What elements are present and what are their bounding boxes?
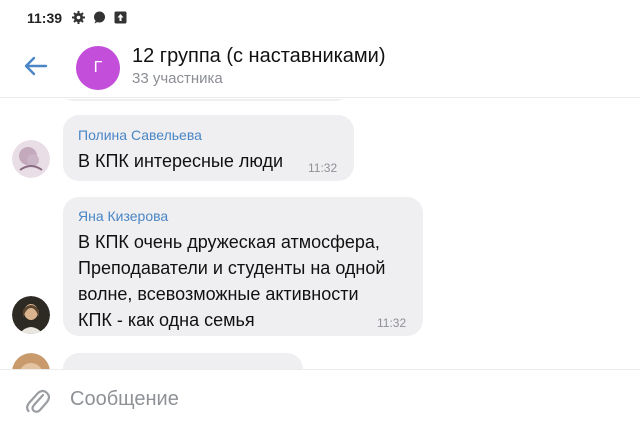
avatar[interactable] (12, 296, 50, 334)
message-composer (0, 369, 640, 426)
avatar[interactable] (12, 140, 50, 178)
status-bar: 11:39 (0, 0, 640, 36)
status-time: 11:39 (27, 10, 63, 26)
message-text-line: КПК - как одна семья (78, 310, 255, 330)
message-text-line: В КПК очень дружеская атмосфера, (78, 232, 380, 252)
chat-title[interactable]: 12 группа (с наставниками) (132, 45, 386, 68)
message-text: В КПК интересные люди (78, 151, 284, 171)
paperclip-icon (26, 389, 51, 413)
message-feed[interactable]: Полина Савельева В КПК интересные люди 1… (0, 99, 640, 369)
message-sender[interactable]: Яна Кизерова (78, 208, 168, 224)
message-text-line: волне, всевозможные активности (78, 284, 359, 304)
gear-icon (72, 11, 85, 24)
message-input[interactable] (70, 382, 610, 416)
message-bubble[interactable] (63, 353, 303, 369)
arrow-left-icon (24, 56, 48, 76)
chat-header: Г 12 группа (с наставниками) 33 участник… (0, 36, 640, 98)
message-bubble[interactable]: Яна Кизерова В КПК очень дружеская атмос… (63, 197, 423, 336)
chat-subtitle: 33 участника (132, 70, 223, 87)
message-time: 11:32 (377, 316, 407, 330)
message-icon (93, 11, 106, 24)
chat-avatar[interactable]: Г (76, 46, 120, 90)
avatar-letter: Г (93, 59, 103, 76)
status-icons (72, 11, 127, 24)
back-button[interactable] (20, 50, 52, 82)
avatar[interactable] (12, 353, 50, 369)
upload-icon (114, 11, 127, 24)
message-bubble[interactable]: Полина Савельева В КПК интересные люди 1… (63, 115, 354, 181)
previous-message-bubble (60, 99, 350, 101)
message-text-line: Преподаватели и студенты на одной (78, 258, 386, 278)
message-time: 11:32 (308, 161, 338, 175)
attach-button[interactable] (24, 386, 51, 414)
message-sender[interactable]: Полина Савельева (78, 127, 202, 143)
